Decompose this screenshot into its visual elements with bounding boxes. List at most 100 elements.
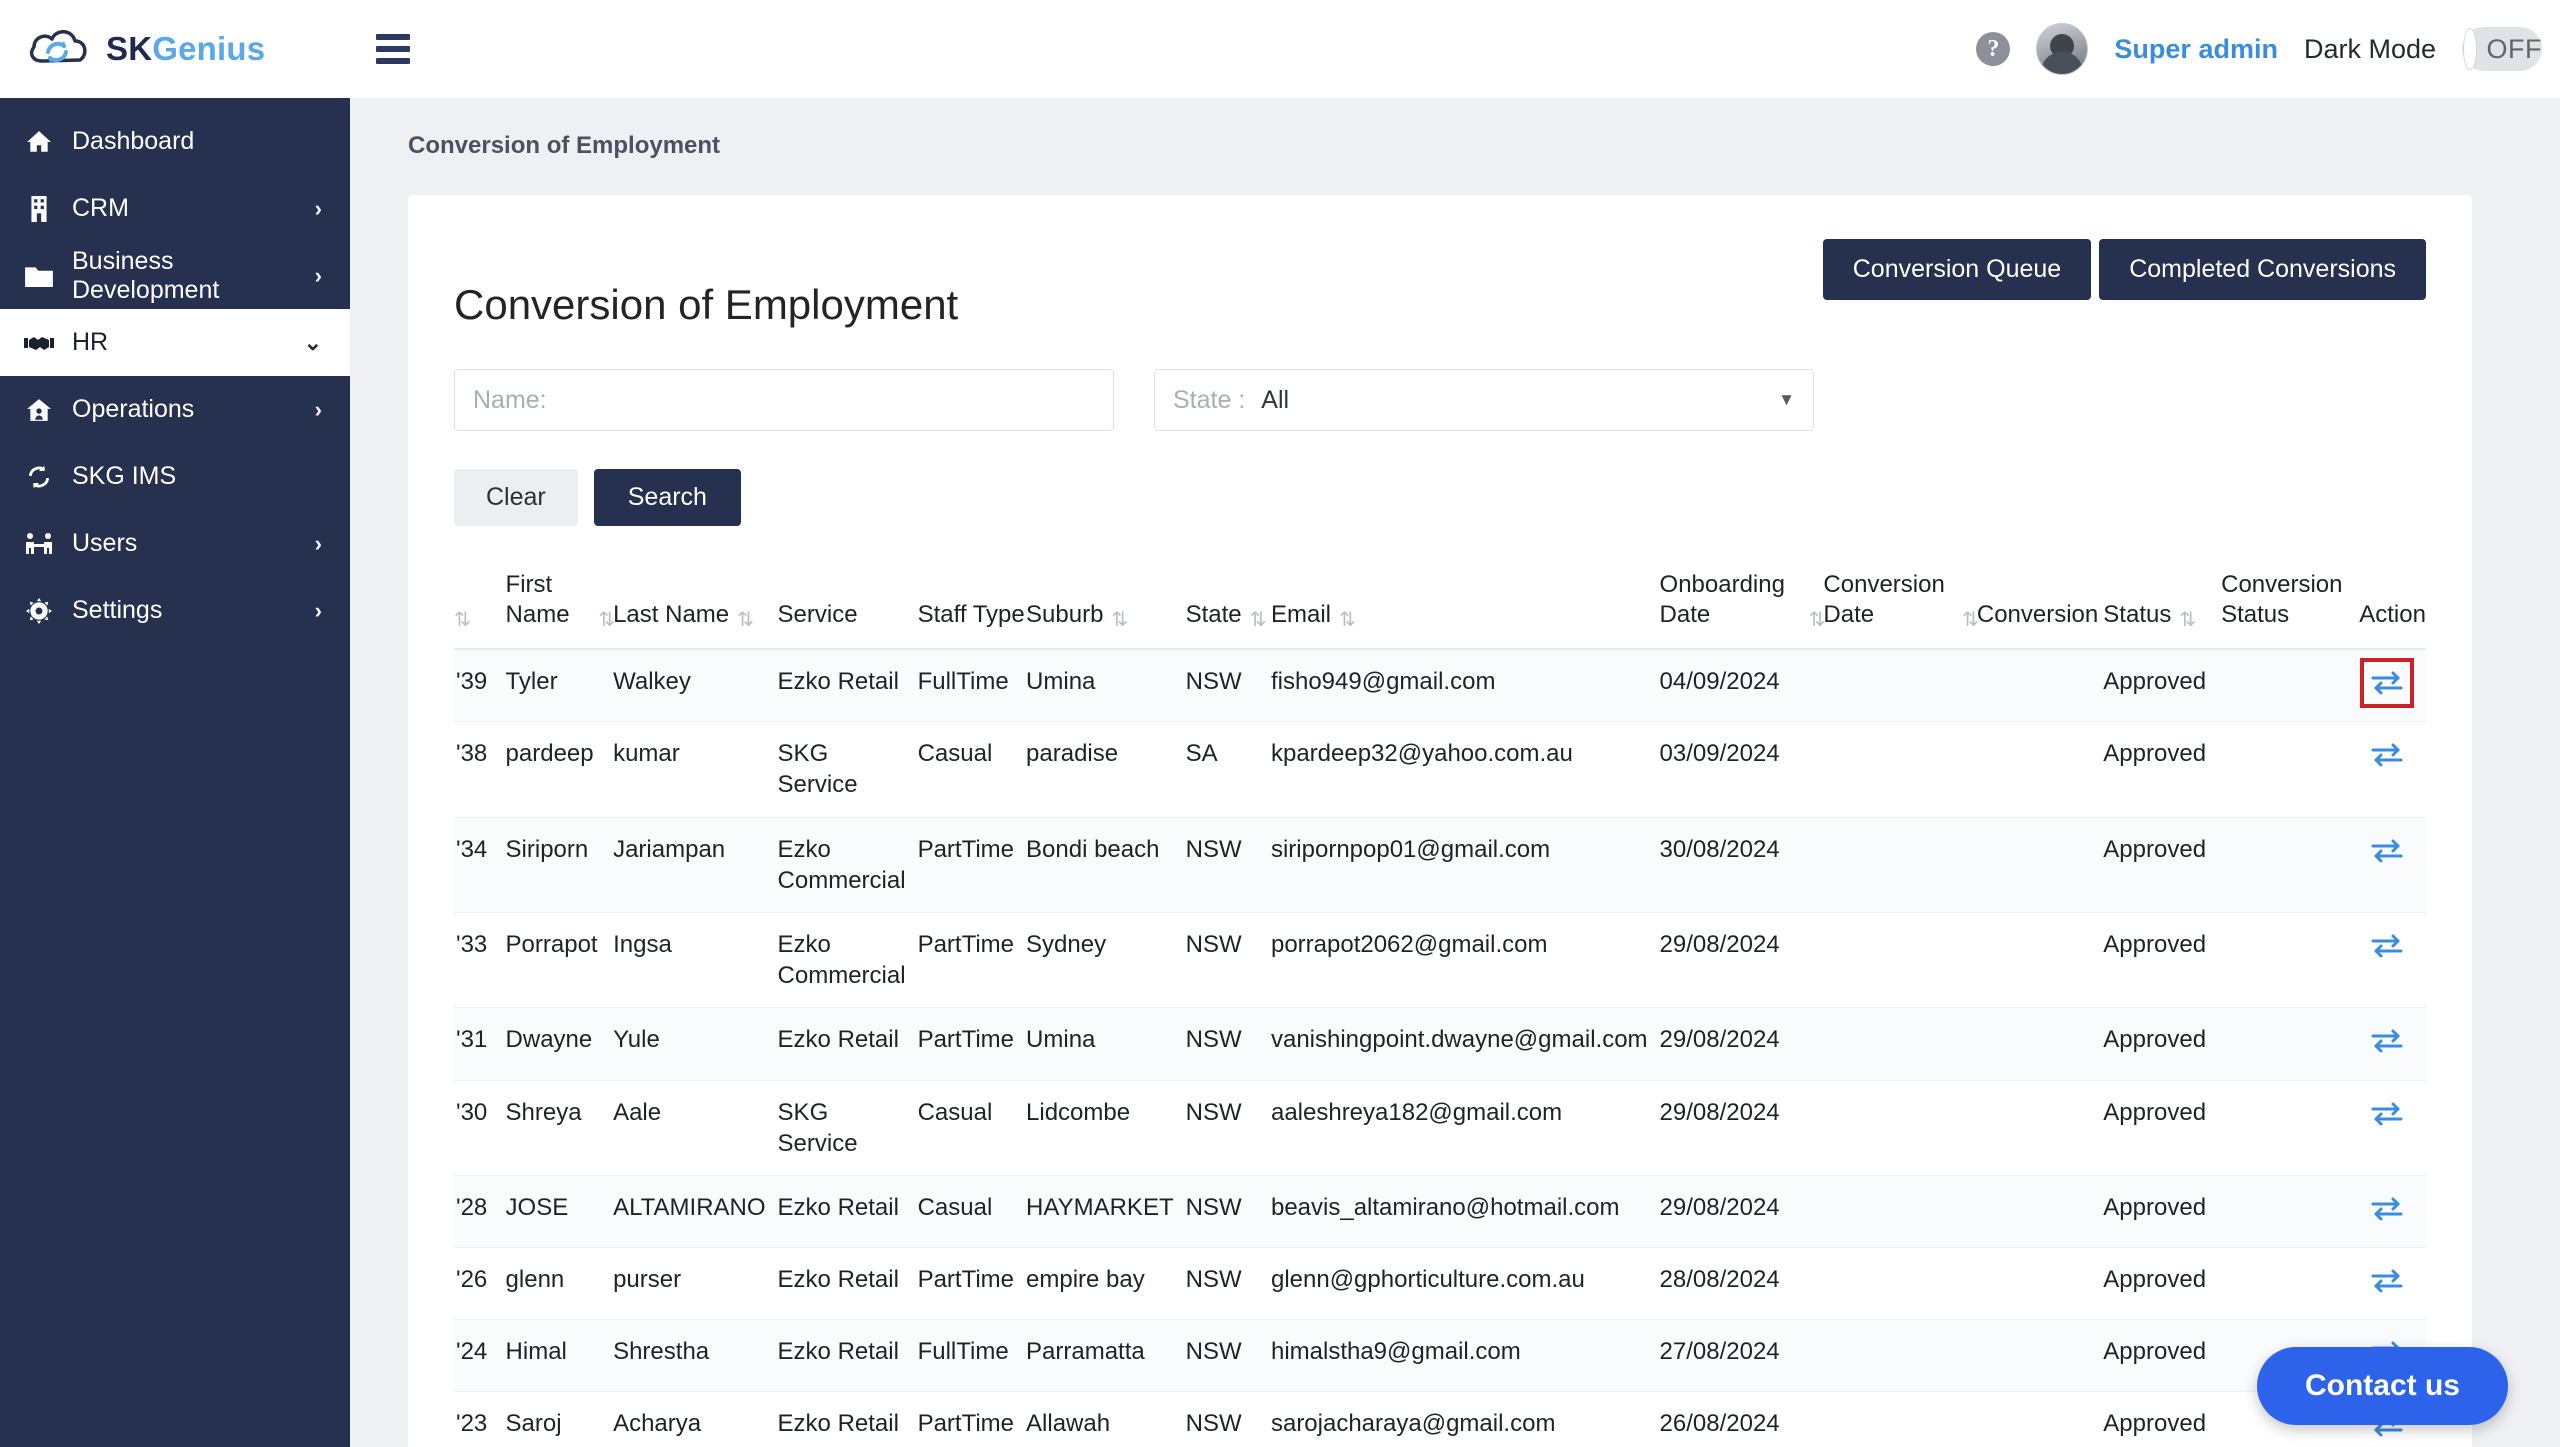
th-email[interactable]: Email ⇅ [1270,570,1660,650]
help-circle-icon[interactable]: ? [1976,32,2011,66]
username-label[interactable]: Super admin [2114,34,2278,65]
card-action-buttons: Conversion Queue Completed Conversions [1822,239,2426,300]
cell-status: Approved [2103,1319,2222,1393]
th-label: Suburb [1026,601,1104,628]
th-suburb[interactable]: Suburb ⇅ [1026,570,1186,650]
th-conversion-date[interactable]: Conversion Date ⇅ [1823,570,1979,650]
brand-logo-area[interactable]: SKGenius [0,0,350,98]
th-label: State [1185,601,1242,628]
exchange-icon[interactable] [2359,658,2414,708]
cell-state: NSW [1185,1175,1271,1249]
sync-icon [24,464,54,490]
clear-button[interactable]: Clear [454,469,578,526]
th-conversion: Conversion [1976,570,2104,650]
cell-conversion [1976,1175,2104,1249]
sidebar-item-settings[interactable]: Settings › [0,577,350,644]
sort-icon[interactable]: ⇅ [737,610,754,630]
th-onboarding-date[interactable]: Onboarding Date ⇅ [1659,570,1826,650]
cell-action [2359,1247,2426,1321]
th-label: Action [2359,601,2426,628]
cell-email: vanishingpoint.dwayne@gmail.com [1270,1007,1660,1081]
content-card: Conversion of Employment Conversion Queu… [408,195,2472,1447]
contact-us-button[interactable]: Contact us [2256,1347,2508,1425]
cell-last: kumar [613,721,778,818]
cell-action [2359,721,2426,818]
cell-staff_type: PartTime [917,1391,1027,1447]
th-service[interactable]: Service [777,570,918,650]
sidebar-item-operations[interactable]: Operations › [0,376,350,443]
sidebar-item-skg-ims[interactable]: SKG IMS [0,443,350,510]
cell-conversion_date [1823,1175,1977,1249]
exchange-icon[interactable] [2368,1024,2406,1058]
brand-wordmark: SKGenius [106,30,265,68]
cell-state: NSW [1185,1080,1271,1176]
th-label: Conversion Date [1823,571,1945,628]
sort-icon[interactable]: ⇅ [1809,610,1826,630]
cell-state: NSW [1185,817,1271,913]
cell-conversion_status [2221,721,2360,818]
sort-icon[interactable]: ⇅ [454,610,471,630]
chevron-right-icon: › [314,262,322,288]
sort-icon[interactable]: ⇅ [1111,610,1128,630]
exchange-icon[interactable] [2368,929,2406,963]
filter-row: State : All ▼ [454,369,2426,431]
th-first-name[interactable]: First Name ⇅ [505,570,615,650]
table-row: '28 JOSE ALTAMIRANO Ezko Retail Casual HAYMAR… [454,1175,2426,1249]
cell-email: fisho949@gmail.com [1270,649,1660,723]
cell-suburb: Allawah [1026,1391,1186,1447]
sidebar-item-dashboard[interactable]: Dashboard [0,108,350,175]
table-row: '23 Saroj Acharya Ezko Retail PartTime Allawa… [454,1391,2426,1447]
cell-onboarding: 29/08/2024 [1659,912,1824,1009]
completed-conversions-button[interactable]: Completed Conversions [2099,239,2426,300]
cell-onboarding: 04/09/2024 [1659,649,1824,723]
cell-conversion_status [2221,817,2360,913]
exchange-icon[interactable] [2368,834,2406,868]
cell-email: porrapot2062@gmail.com [1270,912,1660,1009]
cell-suburb: Sydney [1026,912,1186,1009]
sidebar-item-crm[interactable]: CRM › [0,175,350,242]
cell-suburb: Parramatta [1026,1319,1186,1393]
users-icon [24,532,54,556]
th-status[interactable]: Status ⇅ [2103,570,2222,650]
cell-conversion_date [1823,1391,1977,1447]
cell-service: Ezko Retail [777,1391,918,1447]
conversion-queue-button[interactable]: Conversion Queue [1822,239,2092,300]
cell-conversion_status [2221,1007,2360,1081]
cell-last: Jariampan [613,817,778,913]
cell-conversion [1976,1080,2104,1176]
cell-action [2359,1080,2426,1176]
cell-email: kpardeep32@yahoo.com.au [1270,721,1660,818]
sidebar-item-business-development[interactable]: Business Development › [0,242,350,309]
th-state[interactable]: State ⇅ [1185,570,1271,650]
cell-service: SKG Service [777,721,918,818]
cell-conversion [1976,1247,2104,1321]
cell-state: NSW [1185,649,1271,723]
sort-icon[interactable]: ⇅ [598,610,615,630]
chevron-right-icon: › [314,530,322,556]
state-select[interactable]: State : All ▼ [1154,369,1814,431]
search-button[interactable]: Search [593,469,741,526]
sort-icon[interactable]: ⇅ [2179,610,2196,630]
exchange-icon[interactable] [2368,738,2406,772]
cell-id: '28 [454,1175,506,1249]
th-label: Email [1270,601,1331,628]
exchange-icon[interactable] [2368,1192,2406,1226]
th-last-name[interactable]: Last Name ⇅ [613,570,778,650]
sort-icon[interactable]: ⇅ [1339,610,1356,630]
th-id[interactable]: ⇅ [454,570,506,650]
cell-state: NSW [1185,1007,1271,1081]
exchange-icon[interactable] [2368,1264,2406,1298]
cell-conversion_status [2221,1247,2360,1321]
avatar[interactable] [2036,23,2089,75]
sidebar-item-users[interactable]: Users › [0,510,350,577]
th-conversion-status: Conversion Status [2221,570,2360,650]
cell-status: Approved [2103,1175,2222,1249]
dark-mode-toggle[interactable]: OFF [2462,27,2542,71]
hamburger-menu-icon[interactable] [376,34,410,64]
sort-icon[interactable]: ⇅ [1962,610,1979,630]
cell-id: '30 [454,1080,506,1176]
name-search-input[interactable] [454,369,1114,431]
exchange-icon[interactable] [2368,1097,2406,1131]
sort-icon[interactable]: ⇅ [1250,610,1267,630]
sidebar-item-hr[interactable]: HR ⌄ [0,309,350,376]
